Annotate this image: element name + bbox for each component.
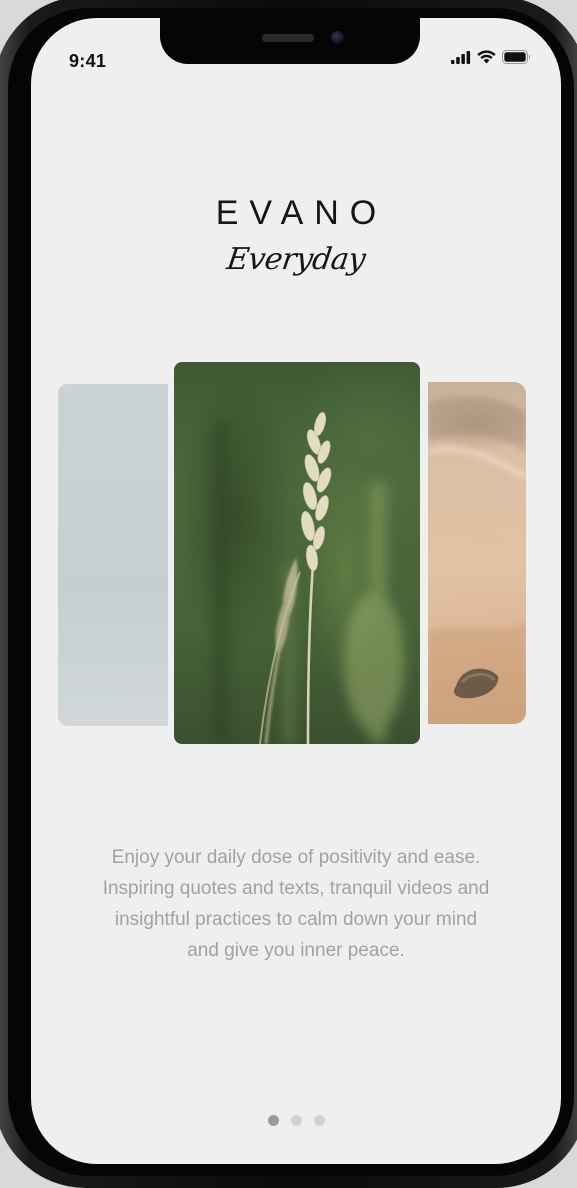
misty-sky-image bbox=[58, 384, 168, 726]
grass-stem-image bbox=[214, 412, 404, 744]
status-time: 9:41 bbox=[69, 51, 107, 71]
battery-icon bbox=[502, 50, 531, 69]
front-camera bbox=[331, 31, 344, 44]
carousel-card-previous[interactable] bbox=[58, 384, 168, 726]
brand-logo: EVANO bbox=[215, 194, 388, 232]
sand-shore-image bbox=[428, 396, 526, 724]
brand-tagline: Everyday bbox=[224, 242, 368, 277]
status-icons bbox=[451, 50, 531, 69]
app-screen: 9:41 EVANO Everyday Enjoy your daily dos… bbox=[31, 18, 561, 1164]
phone-bezel: 9:41 EVANO Everyday Enjoy your daily dos… bbox=[8, 8, 574, 1176]
phone-frame: 9:41 EVANO Everyday Enjoy your daily dos… bbox=[0, 0, 577, 1188]
pagination-dot-3[interactable] bbox=[313, 1115, 325, 1126]
notch bbox=[160, 18, 420, 64]
cellular-signal-icon bbox=[451, 50, 471, 69]
carousel-card-active[interactable] bbox=[174, 362, 420, 744]
speaker-grille bbox=[262, 34, 314, 42]
carousel-card-next[interactable] bbox=[428, 382, 526, 724]
pagination-dot-2[interactable] bbox=[290, 1115, 302, 1126]
pagination-dots bbox=[31, 1115, 561, 1126]
wifi-icon bbox=[477, 50, 496, 69]
pagination-dot-1[interactable] bbox=[267, 1115, 279, 1126]
onboarding-description: Enjoy your daily dose of positivity and … bbox=[102, 847, 490, 961]
